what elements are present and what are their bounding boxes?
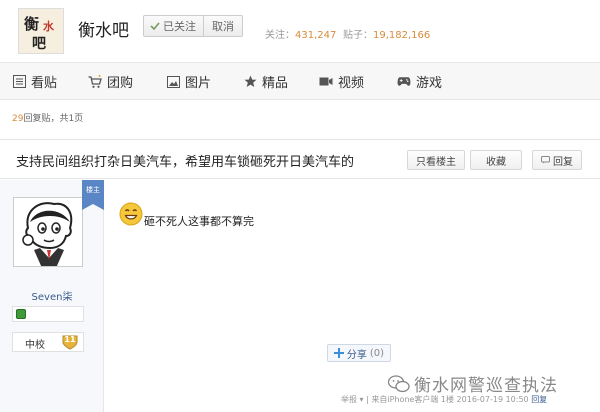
share-count: (0) bbox=[369, 347, 385, 359]
post-timestamp: 2016-07-19 10:50 bbox=[456, 395, 529, 404]
cancel-follow-button[interactable]: 取消 bbox=[204, 18, 242, 34]
gamepad-icon bbox=[397, 75, 411, 89]
nav-item-videos[interactable]: 视频 bbox=[319, 63, 364, 100]
followers-count: 431,247 bbox=[295, 30, 337, 41]
nav-label: 游戏 bbox=[416, 76, 443, 91]
followers-stat: 关注：431,247 bbox=[265, 26, 336, 41]
forum-header: 衡 水 吧 衡水吧 已关注 取消 关注：431,247 贴子：19,182,16… bbox=[0, 0, 600, 62]
username[interactable]: Seven柒 bbox=[0, 288, 104, 303]
nav-label: 看贴 bbox=[31, 76, 58, 91]
followed-button[interactable]: 已关注 bbox=[144, 16, 204, 36]
nav-label: 图片 bbox=[185, 76, 212, 91]
op-badge-label: 楼主 bbox=[86, 186, 100, 194]
level-box: 中校 11 bbox=[12, 332, 84, 352]
forum-logo[interactable]: 衡 水 吧 bbox=[18, 8, 64, 54]
avatar[interactable] bbox=[13, 197, 83, 267]
posts-count: 19,182,166 bbox=[373, 30, 431, 41]
nav-item-posts[interactable]: 看贴 bbox=[12, 63, 57, 100]
nav-label: 视频 bbox=[338, 76, 365, 91]
nav-item-games[interactable]: 游戏 bbox=[397, 63, 442, 100]
posts-label: 贴子： bbox=[343, 30, 373, 41]
level-name: 中校 bbox=[25, 340, 45, 351]
followers-label: 关注： bbox=[265, 30, 295, 41]
shopping-cart-icon bbox=[88, 74, 102, 89]
post-source: 来自iPhone客户端 bbox=[371, 395, 439, 404]
picture-icon bbox=[166, 75, 180, 89]
posts-stat: 贴子：19,182,166 bbox=[343, 26, 430, 41]
smiley-emoji-icon bbox=[119, 202, 143, 226]
watermark: 衡水网警巡查执法 bbox=[388, 371, 558, 396]
forum-nav: 看贴 团购 图片 精品 视频 游戏 bbox=[0, 62, 600, 100]
nav-label: 精品 bbox=[262, 76, 289, 91]
reply-count: 29 bbox=[12, 114, 24, 124]
logo-char-2: 水 bbox=[43, 20, 54, 33]
post-content: 砸不死人这事都不算完 bbox=[144, 215, 254, 228]
reply-button[interactable]: 回复 bbox=[532, 150, 582, 170]
star-icon bbox=[243, 75, 257, 89]
wechat-icon bbox=[388, 374, 410, 392]
level-number: 11 bbox=[64, 335, 76, 344]
logo-char-1: 衡 bbox=[24, 15, 40, 33]
favorite-button[interactable]: 收藏 bbox=[470, 150, 522, 170]
logo-char-3: 吧 bbox=[32, 36, 46, 52]
forum-name[interactable]: 衡水吧 bbox=[78, 16, 129, 41]
share-button[interactable]: 分享 (0) bbox=[327, 344, 391, 362]
post-body: 砸不死人这事都不算完 分享 (0) 举报 ▾ | 来自iPhone客户端 1楼 … bbox=[105, 180, 600, 412]
nav-label: 团购 bbox=[107, 76, 134, 91]
nav-item-featured[interactable]: 精品 bbox=[243, 63, 288, 100]
nav-item-group-buy[interactable]: 团购 bbox=[88, 63, 133, 100]
member-badge-icon[interactable] bbox=[16, 309, 26, 319]
reply-button-label: 回复 bbox=[553, 156, 573, 168]
share-label: 分享 bbox=[346, 349, 367, 361]
thread-title: 支持民间组织打杂日美汽车，希望用车锁砸死开日美汽车的 bbox=[16, 155, 355, 170]
follow-button-group: 已关注 取消 bbox=[143, 15, 243, 37]
nav-item-pictures[interactable]: 图片 bbox=[166, 63, 211, 100]
followed-label: 已关注 bbox=[163, 20, 196, 33]
thread-reply-info: 29回复贴，共1页 bbox=[12, 111, 83, 124]
op-badge: 楼主 bbox=[82, 180, 104, 210]
post-floor: 1楼 bbox=[440, 395, 454, 404]
badge-row bbox=[12, 306, 84, 322]
level-badge: 11 bbox=[62, 334, 78, 350]
video-camera-icon bbox=[319, 75, 333, 89]
reply-info-text: 回复贴，共1页 bbox=[23, 114, 84, 124]
only-op-button[interactable]: 只看楼主 bbox=[407, 150, 465, 170]
author-panel: Seven柒 中校 11 bbox=[0, 180, 104, 412]
reply-icon bbox=[541, 156, 550, 164]
post-reply-link[interactable]: 回复 bbox=[531, 395, 547, 404]
report-link[interactable]: 举报 bbox=[341, 395, 357, 404]
checkmark-icon bbox=[150, 22, 160, 31]
thread-title-bar: 支持民间组织打杂日美汽车，希望用车锁砸死开日美汽车的 只看楼主 收藏 回复 bbox=[0, 139, 600, 179]
post-list-icon bbox=[12, 75, 26, 89]
plus-icon bbox=[333, 348, 344, 358]
watermark-text: 衡水网警巡查执法 bbox=[414, 376, 558, 396]
